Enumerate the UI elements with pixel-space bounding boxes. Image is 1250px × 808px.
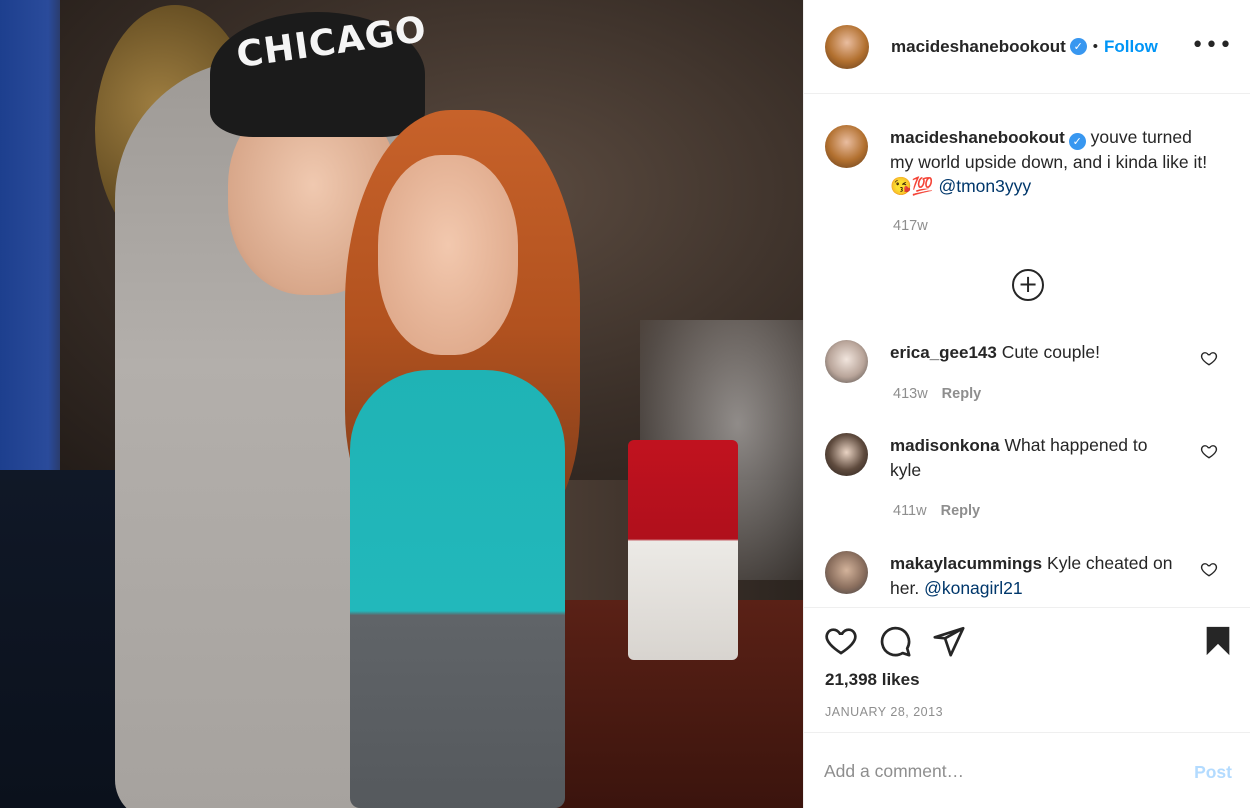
caption-username[interactable]: macideshanebookout [890, 128, 1065, 147]
caption-verified-icon: ✓ [1068, 133, 1086, 150]
paper-plane-icon[interactable] [932, 624, 966, 658]
bookmark-icon[interactable] [1201, 624, 1235, 658]
comment-item: madisonkona What happened to kyle 411w Re… [825, 433, 1245, 519]
comment-heart-icon[interactable] [1200, 560, 1218, 578]
comment-username[interactable]: madisonkona [890, 436, 1000, 455]
comment-heart-icon[interactable] [1200, 442, 1218, 460]
caption-mention[interactable]: @tmon3yyy [938, 176, 1031, 196]
comment-composer: Post [804, 732, 1250, 808]
post-comment-button[interactable]: Post [1194, 762, 1232, 783]
comment-avatar[interactable] [825, 551, 868, 594]
photo-cups [628, 440, 738, 660]
separator-dot: • [1092, 38, 1099, 55]
caption-timestamp[interactable]: 417w [893, 218, 928, 234]
comments-scroll[interactable]: macideshanebookout ✓ youve turned my worl… [804, 95, 1250, 607]
comment-item: makaylacummings Kyle cheated on her. @ko… [825, 551, 1245, 600]
post-action-bar: 21,398 likes JANUARY 28, 2013 [804, 607, 1250, 732]
likes-count[interactable]: 21,398 likes [825, 670, 920, 690]
comment-actions: 413w Reply [893, 386, 981, 402]
post-sidebar: macideshanebookout ✓ • Follow ••• macide… [803, 0, 1250, 808]
photo-woman-face [378, 155, 518, 355]
caption-text: macideshanebookout ✓ youve turned my worl… [890, 125, 1210, 198]
comment-avatar[interactable] [825, 433, 868, 476]
add-comment-input[interactable] [824, 759, 1164, 783]
comment-text: makaylacummings Kyle cheated on her. @ko… [890, 551, 1180, 600]
photo-woman-body [350, 370, 565, 808]
comment-time[interactable]: 413w [893, 386, 928, 402]
comment-username[interactable]: erica_gee143 [890, 343, 997, 362]
comment-username[interactable]: makaylacummings [890, 554, 1042, 573]
post-photo[interactable]: CHICAGO [0, 0, 803, 808]
caption-avatar[interactable] [825, 125, 868, 168]
comment-heart-icon[interactable] [1200, 349, 1218, 367]
author-info: macideshanebookout ✓ • Follow [891, 37, 1158, 57]
reply-button[interactable]: Reply [942, 386, 982, 402]
comment-time[interactable]: 411w [893, 503, 927, 519]
plus-circle-icon[interactable]: + [1012, 269, 1044, 301]
author-username[interactable]: macideshanebookout [891, 37, 1066, 57]
comment-item: erica_gee143 Cute couple! 413w Reply [825, 340, 1245, 402]
more-options-icon[interactable]: ••• [1191, 35, 1233, 57]
comment-mention[interactable]: @konagirl21 [924, 578, 1023, 598]
post-caption: macideshanebookout ✓ youve turned my worl… [825, 125, 1235, 198]
comment-text: madisonkona What happened to kyle [890, 433, 1180, 482]
comment-text: erica_gee143 Cute couple! [890, 340, 1180, 383]
verified-icon: ✓ [1069, 38, 1087, 55]
comment-actions: 411w Reply [893, 503, 980, 519]
comment-body: Cute couple! [1001, 342, 1100, 362]
follow-button[interactable]: Follow [1104, 37, 1158, 57]
comment-avatar[interactable] [825, 340, 868, 383]
post-header: macideshanebookout ✓ • Follow ••• [804, 0, 1250, 94]
author-avatar[interactable] [825, 24, 869, 69]
reply-button[interactable]: Reply [941, 503, 981, 519]
heart-icon[interactable] [824, 624, 858, 658]
comment-icon[interactable] [878, 624, 912, 658]
post-date[interactable]: JANUARY 28, 2013 [825, 705, 943, 719]
